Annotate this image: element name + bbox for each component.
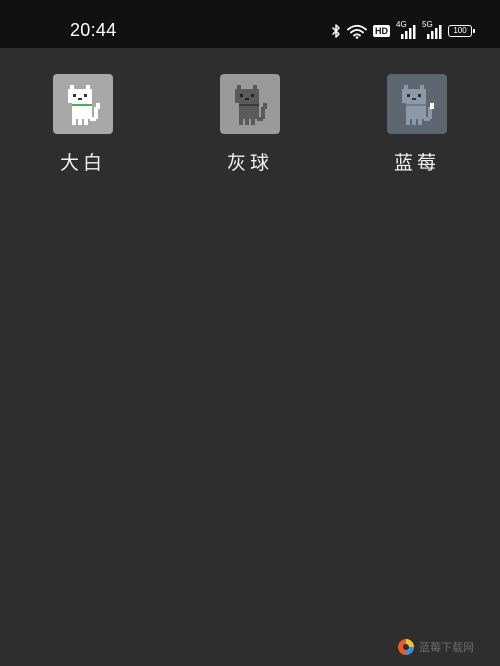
signal-bars-icon	[401, 25, 416, 39]
app-icon-tile[interactable]	[220, 74, 280, 134]
white-cat-icon	[68, 85, 100, 125]
app-label: 大白	[59, 152, 106, 174]
app-dabai[interactable]: 大白	[33, 74, 133, 175]
signal-5g-indicator: 5G	[422, 21, 442, 39]
status-time: 20:44	[70, 20, 117, 40]
gray-cat-icon	[235, 85, 267, 125]
watermark-text: 蓝莓下载网	[419, 641, 474, 654]
app-huiqiu[interactable]: 灰球	[200, 74, 300, 175]
app-icon-tile[interactable]	[53, 74, 113, 134]
status-icons: HD 4G 5G 100	[331, 21, 475, 40]
wifi-icon	[347, 24, 367, 39]
signal-4g-indicator: 4G	[396, 21, 416, 39]
app-label: 灰球	[226, 152, 273, 174]
watermark-logo-icon	[398, 639, 414, 655]
home-screen: 20:44 HD 4G 5G 100 大白 灰球 蓝莓 蓝莓下载网	[0, 0, 500, 666]
app-icon-tile[interactable]	[387, 74, 447, 134]
app-label: 蓝莓	[393, 152, 440, 174]
app-lanmei[interactable]: 蓝莓	[367, 74, 467, 175]
battery-level: 100	[453, 26, 467, 35]
hd-voice-badge: HD	[373, 25, 390, 37]
signal-bars-icon	[427, 25, 442, 39]
watermark: 蓝莓下载网	[397, 638, 474, 656]
status-bar: 20:44 HD 4G 5G 100	[0, 0, 500, 48]
battery-icon: 100	[448, 25, 475, 37]
blue-cat-icon	[402, 85, 434, 125]
bluetooth-icon	[331, 24, 340, 38]
